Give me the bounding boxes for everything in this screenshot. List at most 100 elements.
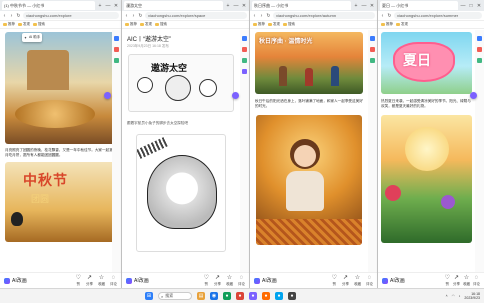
post-image-autumn-family[interactable]: 秋日序曲 · 温情时光 xyxy=(255,32,363,94)
wifi-icon[interactable]: ◠ xyxy=(452,294,455,298)
app-icon[interactable]: ● xyxy=(223,292,231,300)
assistant-float-button[interactable] xyxy=(232,92,239,99)
back-icon[interactable]: ‹ xyxy=(124,13,129,19)
browser-tab[interactable]: 夏日 — 小红书 xyxy=(380,1,458,10)
forward-icon[interactable]: › xyxy=(259,13,264,19)
minimize-button[interactable]: — xyxy=(361,3,367,9)
close-button[interactable]: ✕ xyxy=(241,3,247,9)
minimize-button[interactable]: — xyxy=(105,3,111,9)
post-image-summer-poster[interactable]: 夏日 xyxy=(381,32,472,94)
comment-button[interactable]: ◌ 评论 xyxy=(473,275,480,287)
share-button[interactable]: ↗ 分享 xyxy=(453,275,460,287)
like-button[interactable]: ♡ 赞 xyxy=(204,275,209,287)
clock[interactable]: 16:18 2023/9/23 xyxy=(464,292,480,301)
share-button[interactable]: ↗ 分享 xyxy=(214,275,221,287)
sidebar-tool-icon[interactable] xyxy=(477,36,482,41)
minimize-button[interactable]: — xyxy=(460,3,466,9)
sidebar-tool-icon[interactable] xyxy=(242,58,247,63)
url-field[interactable]: xiaohongshu.com/explore xyxy=(23,12,119,19)
browser-icon[interactable]: ◉ xyxy=(210,292,218,300)
post-image-summer-garden[interactable] xyxy=(381,115,472,243)
close-button[interactable]: ✕ xyxy=(476,3,482,9)
back-icon[interactable]: ‹ xyxy=(2,13,7,19)
sidebar-tool-icon[interactable] xyxy=(114,58,119,63)
assistant-float-button[interactable] xyxy=(104,92,111,99)
favorite-button[interactable]: ☆ 收藏 xyxy=(226,275,233,287)
chevron-up-icon[interactable]: ˄ xyxy=(446,294,448,298)
sidebar-tool-icon[interactable] xyxy=(370,36,375,41)
new-tab-icon[interactable]: + xyxy=(225,3,231,9)
post-image-festival[interactable]: 中秋节 团圆 xyxy=(5,162,116,242)
favorite-button[interactable]: ☆ 收藏 xyxy=(354,275,361,287)
browser-tab[interactable]: (1) 中秋节节 — 小红书 xyxy=(2,1,95,10)
file-explorer-icon[interactable]: ▤ xyxy=(197,292,205,300)
bookmark-item[interactable]: 搜索 xyxy=(155,22,167,27)
maximize-button[interactable]: □ xyxy=(468,3,474,9)
forward-icon[interactable]: › xyxy=(9,13,14,19)
back-icon[interactable]: ‹ xyxy=(380,13,385,19)
sidebar-tool-icon[interactable] xyxy=(242,36,247,41)
bookmark-item[interactable]: 推荐 xyxy=(3,22,15,27)
bookmark-item[interactable]: 推荐 xyxy=(253,22,265,27)
bookmarks-bar: 推荐 发现 搜索 xyxy=(0,21,121,29)
close-button[interactable]: ✕ xyxy=(113,3,119,9)
assistant-float-button[interactable] xyxy=(470,92,477,99)
like-button[interactable]: ♡ 赞 xyxy=(332,275,337,287)
bookmark-item[interactable]: 发现 xyxy=(18,22,30,27)
floating-toolbar[interactable]: ✦ AI 助手 xyxy=(22,33,43,42)
volume-icon[interactable]: ♪ xyxy=(459,294,461,298)
app-icon[interactable]: ● xyxy=(262,292,270,300)
app-icon[interactable]: ● xyxy=(288,292,296,300)
taskbar-search[interactable]: ⌕ 搜索 xyxy=(158,292,192,300)
sidebar-tool-icon[interactable] xyxy=(114,36,119,41)
app-icon[interactable]: ● xyxy=(249,292,257,300)
sidebar-tool-icon[interactable] xyxy=(477,47,482,52)
browser-tab[interactable]: 漫游太空 xyxy=(124,1,223,10)
url-field[interactable]: xiaohongshu.com/explore/summer xyxy=(394,12,482,19)
brand: AI改画 xyxy=(126,277,149,284)
start-icon[interactable]: ⊞ xyxy=(145,292,153,300)
refresh-icon[interactable]: ↻ xyxy=(138,13,143,19)
post-body: 热烈夏日来袭，一起感受清凉美好的季节。阳光、绿荫与欢笑，都是夏天最好的礼物。 xyxy=(381,99,471,108)
browser-tab[interactable]: 秋日序曲 — 小红书 xyxy=(252,1,351,10)
app-icon[interactable]: ● xyxy=(236,292,244,300)
sidebar-tool-icon[interactable] xyxy=(114,47,119,52)
comment-button[interactable]: ◌ 评论 xyxy=(366,275,373,287)
back-icon[interactable]: ‹ xyxy=(252,13,257,19)
sidebar-tool-icon[interactable] xyxy=(370,58,375,63)
share-button[interactable]: ↗ 分享 xyxy=(342,275,349,287)
new-tab-icon[interactable]: + xyxy=(97,3,103,9)
comment-button[interactable]: ◌ 评论 xyxy=(238,275,245,287)
post-image-autumn-girl[interactable] xyxy=(256,115,362,245)
post-image-mooncake[interactable] xyxy=(5,32,116,144)
sidebar-tool-icon[interactable] xyxy=(370,47,375,52)
post-image-space-poster[interactable]: 遨游太空 xyxy=(128,54,234,112)
bookmark-item[interactable]: 搜索 xyxy=(283,22,295,27)
sidebar-tool-icon[interactable] xyxy=(242,69,247,74)
share-button[interactable]: ↗ 分享 xyxy=(86,275,93,287)
bookmark-item[interactable]: 发现 xyxy=(396,22,408,27)
favorite-button[interactable]: ☆ 收藏 xyxy=(463,275,470,287)
bookmark-item[interactable]: 推荐 xyxy=(381,22,393,27)
bookmark-item[interactable]: 搜索 xyxy=(33,22,45,27)
like-button[interactable]: ♡ 赞 xyxy=(445,275,450,287)
url-field[interactable]: xiaohongshu.com/explore/space xyxy=(145,12,247,19)
bookmark-item[interactable]: 发现 xyxy=(140,22,152,27)
sidebar-tool-icon[interactable] xyxy=(477,58,482,63)
app-icon[interactable]: ● xyxy=(275,292,283,300)
refresh-icon[interactable]: ↻ xyxy=(387,13,392,19)
refresh-icon[interactable]: ↻ xyxy=(266,13,271,19)
bookmark-item[interactable]: 推荐 xyxy=(125,22,137,27)
post-image-rabbit-astronaut[interactable] xyxy=(136,134,226,252)
bookmark-item[interactable]: 发现 xyxy=(268,22,280,27)
close-button[interactable]: ✕ xyxy=(369,3,375,9)
comment-button[interactable]: ◌ 评论 xyxy=(110,275,117,287)
refresh-icon[interactable]: ↻ xyxy=(16,13,21,19)
url-field[interactable]: xiaohongshu.com/explore/autumn xyxy=(273,12,375,19)
new-tab-icon[interactable]: + xyxy=(353,3,359,9)
favorite-button[interactable]: ☆ 收藏 xyxy=(98,275,105,287)
sidebar-tool-icon[interactable] xyxy=(242,47,247,52)
like-button[interactable]: ♡ 赞 xyxy=(76,275,81,287)
minimize-button[interactable]: — xyxy=(233,3,239,9)
forward-icon[interactable]: › xyxy=(131,13,136,19)
